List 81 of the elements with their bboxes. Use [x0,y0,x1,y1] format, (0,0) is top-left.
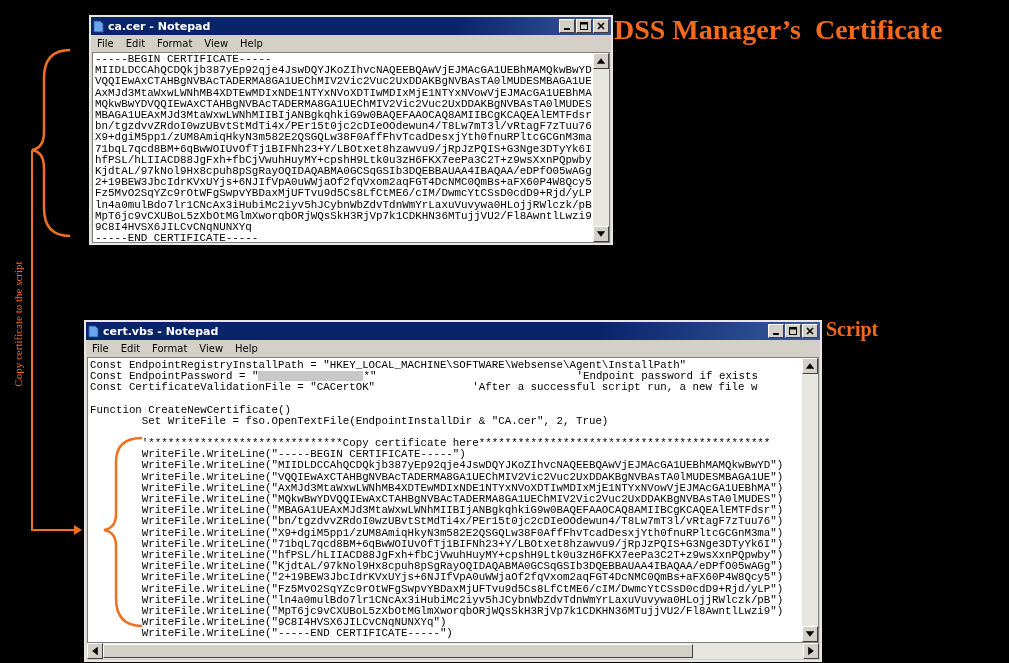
code-line: Const EndpointRegistryInstallPath = "HKEY_LOCAL_MACHINE\SOFTWARE\Websense\Agent\InstallPath" [90,360,687,372]
code-line: WriteFile.WriteLine("AxMJd3MtaWxwLWNhMB4XDTEwMDIxNDE1NTYxNVoXDTIwMDIxMjE1NTYxNVowVjEJMAcGA1UEBhMA") [140,482,784,495]
minimize-icon [564,28,570,30]
minimize-button[interactable] [768,324,784,338]
code-line: WriteFile.WriteLine("ln4a0mulBdo7lr1CNcAx3iHubiMc2iyv5hJCybnWbZdvTdnWmYrLaxuVuvywa0HLojjRWlczk/pB") [140,594,784,607]
text-line: 71bqL7qcd8BM+6qBwWOIUvOfTj1BIFNh23+Y/LBOtxet8hzawvu9/jRpJzPQIS+G3Nge3DTyYk6I [95,143,592,155]
text-line: -----BEGIN CERTIFICATE----- [95,54,272,65]
arrow-label: Copy certificate to the script [12,260,24,389]
menu-item[interactable]: Edit [120,343,141,354]
code-line: WriteFile.WriteLine("Fz5MvO2SqYZc9rOtWFgSwpvYBDaxMjUFTvu9d5Cs8LfCtME6/cIM/DwmcYtCSsD0cdD9+Rjd/yLP") [140,583,784,595]
menu-item[interactable]: Help [235,343,258,354]
menu-item[interactable]: Edit [125,38,146,49]
menu-item[interactable]: File [97,38,114,49]
maximize-button[interactable] [576,19,592,33]
code-comment: 'Endpoint password if exists [576,370,758,383]
code-line: WriteFile.WriteLine("KjdtAL/97kNol9Hx8cpuh8pSgRayOQIDAQABMA0GCSqGSIb3DQEBBAUAA4IBAQAA/eDPfO05wAGg") [140,561,784,573]
text-line: -----END CERTIFICATE----- [95,233,259,245]
text-line: AxMJd3MtaWxwLWNhMB4XDTEwMDIxNDE1NTYxNVoXDTIwMDIxMjE1NTYxNVowVjEJMAcGA1UEBhMA [95,87,592,99]
scroll-right-icon[interactable] [803,643,819,659]
scroll-up-icon[interactable] [593,53,609,69]
notepad-icon [93,19,104,33]
menu-item[interactable]: File [92,343,109,354]
text-line: ln4a0mulBdo7lr1CNcAx3iHubiMc2iyv5hJCybnWbZdvTdnWmYrLaxuVuvywa0HLojjRWlczk/pB [95,199,592,211]
code-line: WriteFile.WriteLine("-----BEGIN CERTIFICATE-----") [140,449,466,461]
text-line: MpT6jc9vCXUBoL5zXbOtMGlmXworqbORjWQsSkH3RjVp7k1CDKHN36MTujjVU2/Fl8AwntlLwzi9 [95,210,592,223]
code-line: WriteFile.WriteLine("-----END CERTIFICATE-----") [140,628,453,640]
minimize-button[interactable] [559,19,575,33]
text-line: bn/tgzdvvZRdoI0wzUBvtStMdTi4x/PEr15t0jc2cDIeOOdewun4/T8Lw7mT3l/vRtagF7zTuu76 [95,121,592,133]
code-line: WriteFile.WriteLine("X9+dgiM5pp1/zUM8AmiqHkyN3m582E2QSGQLw38F0AffFhvTcadDesxjYth0fnuRPltcGCGnM3ma") [140,527,784,539]
menu-item[interactable]: View [204,38,229,49]
scrollbar-thumb[interactable] [103,644,693,658]
code-line: Set WriteFile = fso.OpenTextFile(EndpointInstallDir & "CA.cer", 2, True) [140,415,609,427]
maximize-icon [579,21,589,31]
code-text: Const EndpointPassword = " [90,370,259,383]
text-line: hfPSL/hLIIACD88JgFxh+fbCjVwuhHuyMY+cpshH9Ltk0u3zH6FKX7eePa3C2T+z9wsXxnPQpwby [95,154,592,167]
code-line: WriteFile.WriteLine("MQkwBwYDVQQIEwAxCTAHBgNVBAcTADERMA8GA1UEChMIV2Vic2Vuc2UxDDAKBgNVBAsTA0lMUDES") [140,494,784,506]
code-line: '******************************Copy certificate here********************************************* [140,438,771,450]
maximize-button[interactable] [785,324,801,338]
close-icon [805,326,815,336]
code-line: WriteFile.WriteLine("VQQIEwAxCTAHBgNVBAcTADERMA8GA1UEChMIV2Vic2Vuc2UxDDAKBgNVBAsTA0lMUDESMBAGA1UE") [140,471,784,483]
scroll-down-icon[interactable] [802,626,818,642]
vertical-scrollbar[interactable] [802,358,818,642]
code-line: WriteFile.WriteLine("MBAGA1UEAxMJd3MtaWxwLWNhMIIBIjANBgkqhkiG9w0BAQEFAAOCAQ8AMIIBCgKCAQEAlEMTFdsr") [140,505,784,517]
close-button[interactable] [802,324,818,338]
text-line: KjdtAL/97kNol9Hx8cpuh8pSgRayOQIDAQABMA0GCSqGSIb3DQEBBAUAA4IBAQAA/eDPfO05wAGg [95,166,592,178]
vertical-scrollbar[interactable] [593,53,609,242]
text-line: 9C8I4HVSX6JILCvCNqNUNXYq [95,222,252,234]
text-line: MBAGA1UEAxMJd3MtaWxwLWNhMIIBIjANBgkqhkiG9w0BAQEFAAOCAQ8AMIIBCgKCAQEAlEMTFdsr [95,110,592,122]
code-line: WriteFile.WriteLine("71bqL7qcd8BM+6qBwWOIUvOfTj1BIFNh23+Y/LBOtxet8hzawvu9/jRpJzPQIS+G3Nge3DTyYk6I") [140,538,784,551]
scroll-left-icon[interactable] [87,643,103,659]
code-line: WriteFile.WriteLine("MIIDLDCCAhQCDQkjb387yEp92qje4JswDQYJKoZIhvcNAQEEBQAwVjEJMAcGA1UEBhMAMQkwBwYD") [140,460,784,472]
code-line: Function CreateNewCertificate() [90,404,291,416]
menu-item[interactable]: View [199,343,224,354]
close-icon [596,21,606,31]
text-line: Fz5MvO2SqYZc9rOtWFgSwpvYBDaxMjUFTvu9d5Cs8LfCtME6/cIM/DwmcYtCSsD0cdD9+Rjd/yLP [95,188,592,200]
code-line: WriteFile.WriteLine("2+19BEW3JbcIdrKVxUYjs+6NJIfVpA0uWWjaOf2fqVxom2aqFGT4DcNMC0QmBs+aFX60P4W8Qcy5") [140,572,784,584]
window-title: cert.vbs - Notepad [103,324,220,338]
close-button[interactable] [593,19,609,33]
code-line: Const CertificateValidationFile = "CACertOK" 'After a successful script run, a new file w [90,382,758,394]
maximize-icon [788,326,798,336]
text-line: VQQIEwAxCTAHBgNVBAcTADERMA8GA1UEChMIV2Vic2Vuc2UxDDAKBgNVBAsTA0lMUDESMBAGA1UE [95,76,592,88]
scroll-down-icon[interactable] [593,226,609,242]
script-label: Script [826,318,879,341]
scroll-up-icon[interactable] [802,358,818,374]
code-line: WriteFile.WriteLine("9C8I4HVSX6JILCvCNqNUNXYq") [140,617,447,629]
window-title: ca.cer - Notepad [108,19,212,33]
menu-item[interactable]: Format [157,38,193,49]
horizontal-scrollbar[interactable] [87,643,819,659]
text-line: MQkwBwYDVQQIEwAxCTAHBgNVBAcTADERMA8GA1UEChMIV2Vic2Vuc2UxDDAKBgNVBAsTA0lMUDES [95,98,592,110]
notepad-icon [88,324,99,338]
slide-heading: DSS Manager’s Certificate [614,14,943,46]
text-line: X9+dgiM5pp1/zUM8AmiqHkyN3m582E2QSGQLw38F0AffFhvTcadDesxjYth0fnuRPltcGCGnM3ma [95,132,592,144]
text-line: MIIDLDCCAhQCDQkjb387yEp92qje4JswDQYJKoZIhvcNAQEEBQAwVjEJMAcGA1UEBhMAMQkwBwYD [95,65,592,77]
code-line: WriteFile.WriteLine("MpT6jc9vCXUBoL5zXbOtMGlmXworqbORjWQsSkH3RjVp7k1CDKHN36MTujjVU2/Fl8AwntlLwzi9") [140,606,784,618]
menu-item[interactable]: Format [152,343,188,354]
text-line: 2+19BEW3JbcIdrKVxUYjs+6NJIfVpA0uWWjaOf2fqVxom2aqFGT4DcNMC0QmBs+aFX60P4W8Qcy5 [95,177,592,189]
code-line: WriteFile.WriteLine("hfPSL/hLIIACD88JgFxh+fbCjVwuhHuyMY+cpshH9Ltk0u3zH6FKX7eePa3C2T+z9wsXxnPQpwby") [140,550,784,562]
menu-item[interactable]: Help [240,38,263,49]
minimize-icon [773,333,779,335]
code-line: WriteFile.WriteLine("bn/tgzdvvZRdoI0wzUBvtStMdTi4x/PEr15t0jc2cDIeOOdewun4/T8Lw7mT3l/vRtagF7zTuu76") [140,516,784,528]
code-text: *" [363,370,377,383]
